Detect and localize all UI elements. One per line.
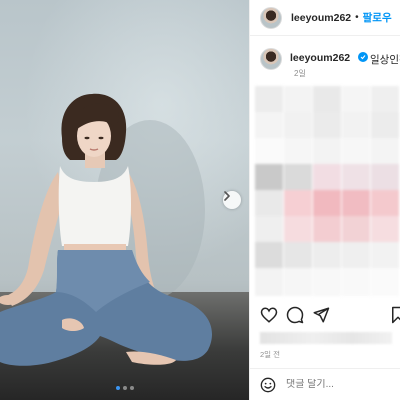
chevron-right-icon [224,191,230,201]
caption-text: 일상인척 [370,54,400,66]
post-caption: leeyoum262 일상인척 2일 [260,48,400,82]
mosaic-cell [342,268,370,296]
mosaic-cell [313,112,341,140]
mosaic-cell [284,190,312,218]
mosaic-cell [255,164,283,192]
mosaic-cell [255,216,283,244]
follow-button[interactable]: 팔로우 [363,10,392,25]
mosaic-cell [255,112,283,140]
mosaic-cell [255,242,283,270]
post-header: leeyoum262 • 팔로우 [250,0,400,36]
carousel-indicator [0,386,249,392]
post-image[interactable] [0,0,249,400]
mosaic-cell [313,86,341,114]
mosaic-cell [284,216,312,244]
mosaic-cell [255,138,283,166]
header-separator: • [355,12,359,23]
mosaic-cell [342,242,370,270]
mosaic-cell [371,268,399,296]
post-side-panel: leeyoum262 • 팔로우 leeyoum262 일상인척 2일 [249,0,400,400]
mosaic-cell [342,164,370,192]
like-button[interactable] [260,306,280,326]
photo-subject [0,93,213,366]
mosaic-cell [342,216,370,244]
mosaic-cell [313,242,341,270]
mosaic-cell [371,164,399,192]
header-username[interactable]: leeyoum262 [291,12,351,24]
mosaic-cell [284,112,312,140]
mosaic-cell [313,164,341,192]
share-button[interactable] [312,306,332,326]
mosaic-cell [284,86,312,114]
mosaic-cell [313,138,341,166]
comments-blurred [255,86,400,298]
caption-timestamp: 2일 [294,69,306,78]
mosaic-cell [284,164,312,192]
mosaic-cell [313,268,341,296]
mosaic-cell [371,86,399,114]
mosaic-cell [342,112,370,140]
mosaic-cell [313,190,341,218]
caption-username[interactable]: leeyoum262 [290,52,350,64]
bookmark-icon [392,306,400,324]
mosaic-cell [284,268,312,296]
mosaic-cell [371,242,399,270]
caption-avatar[interactable] [260,48,282,70]
heart-icon [260,307,278,323]
mosaic-cell [371,138,399,166]
mosaic-cell [371,190,399,218]
mosaic-cell [371,112,399,140]
mosaic-cell [255,268,283,296]
emoji-icon[interactable] [260,377,276,393]
post-actions [250,306,400,328]
comment-input[interactable] [286,379,386,390]
mosaic-cell [284,138,312,166]
send-icon [313,307,330,323]
save-button[interactable] [389,306,400,326]
mosaic-cell [342,190,370,218]
carousel-dot [115,386,120,390]
mosaic-cell [255,190,283,218]
mosaic-cell [342,138,370,166]
mosaic-cell [255,86,283,114]
comment-bar [250,368,400,400]
mosaic-cell [371,216,399,244]
carousel-dot [122,386,127,390]
mosaic-cell [284,242,312,270]
avatar[interactable] [260,6,282,29]
verified-badge-icon [358,52,368,62]
carousel-dot [129,386,134,390]
post-date: 2일 전 [260,350,281,359]
mosaic-cell [313,216,341,244]
comment-icon [286,306,304,324]
likes-count-blurred [260,332,392,344]
comment-button[interactable] [286,306,306,326]
mosaic-cell [342,86,370,114]
carousel-next-button[interactable] [223,191,241,209]
